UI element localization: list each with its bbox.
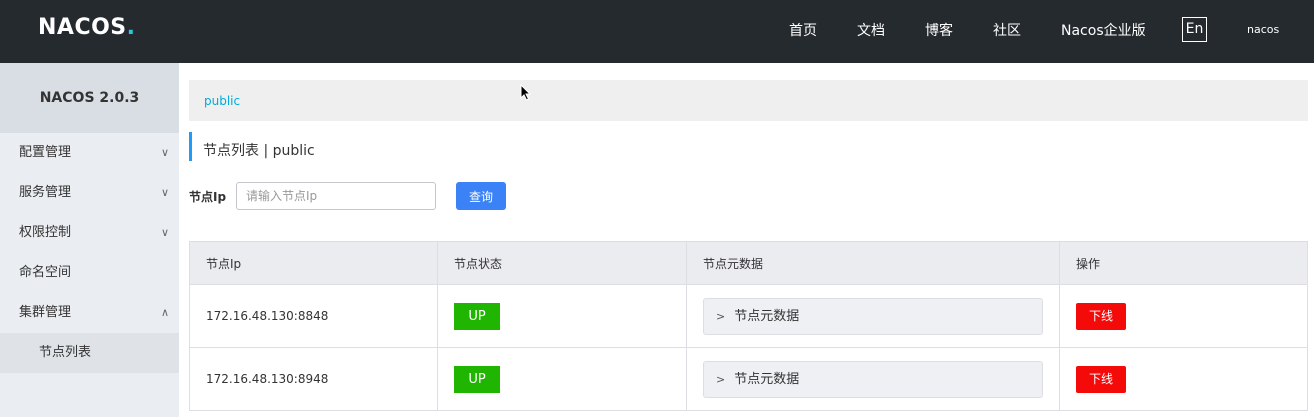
- node-action-cell: 下线: [1059, 347, 1308, 411]
- language-toggle-button[interactable]: En: [1182, 17, 1207, 42]
- sidebar-item-auth[interactable]: 权限控制 ∨: [0, 213, 179, 253]
- nav-community[interactable]: 社区: [993, 20, 1021, 40]
- chevron-down-icon: ∨: [160, 186, 169, 199]
- sidebar-item-config[interactable]: 配置管理 ∨: [0, 133, 179, 173]
- metadata-label: 节点元数据: [734, 371, 800, 387]
- sidebar-item-cluster[interactable]: 集群管理 ∧: [0, 293, 179, 333]
- node-table: 节点Ip 节点状态 节点元数据 操作 172.16.48.130:8848 UP…: [189, 241, 1308, 411]
- sidebar-item-label: 命名空间: [19, 265, 72, 280]
- nacos-logo[interactable]: NACOS.: [38, 15, 136, 40]
- search-label: 节点Ip: [189, 190, 227, 204]
- page-title: 节点列表 | public: [189, 132, 315, 161]
- chevron-right-icon: >: [716, 372, 726, 386]
- table-header-row: 节点Ip 节点状态 节点元数据 操作: [189, 241, 1308, 285]
- node-status-cell: UP: [437, 284, 687, 348]
- column-header-action: 操作: [1059, 241, 1308, 285]
- chevron-right-icon: >: [716, 309, 726, 323]
- mouse-cursor-icon: [520, 84, 532, 101]
- sidebar-subitem-node-list[interactable]: 节点列表: [0, 333, 179, 373]
- node-ip-cell: 172.16.48.130:8948: [189, 347, 438, 411]
- sidebar-item-label: 集群管理: [19, 305, 72, 320]
- table-row: 172.16.48.130:8848 UP > 节点元数据 下线: [189, 284, 1308, 348]
- table-row: 172.16.48.130:8948 UP > 节点元数据 下线: [189, 347, 1308, 411]
- search-button[interactable]: 查询: [456, 182, 506, 210]
- column-header-status: 节点状态: [437, 241, 687, 285]
- sidebar-item-namespace[interactable]: 命名空间: [0, 253, 179, 293]
- node-metadata-cell: > 节点元数据: [686, 347, 1060, 411]
- node-ip-search-input[interactable]: [236, 182, 436, 210]
- nav-home[interactable]: 首页: [789, 20, 817, 40]
- node-ip-cell: 172.16.48.130:8848: [189, 284, 438, 348]
- sidebar-item-label: 权限控制: [19, 225, 72, 240]
- metadata-expander[interactable]: > 节点元数据: [703, 297, 1043, 335]
- sidebar-item-label: 配置管理: [19, 145, 72, 160]
- chevron-down-icon: ∨: [160, 226, 169, 239]
- user-name[interactable]: nacos: [1247, 23, 1279, 36]
- metadata-expander[interactable]: > 节点元数据: [703, 360, 1043, 398]
- chevron-down-icon: ∨: [160, 146, 169, 159]
- column-header-metadata: 节点元数据: [686, 241, 1060, 285]
- sidebar-title: NACOS 2.0.3: [0, 63, 179, 133]
- sidebar: NACOS 2.0.3 配置管理 ∨ 服务管理 ∨ 权限控制 ∨ 命名空间 集群…: [0, 63, 179, 417]
- offline-button[interactable]: 下线: [1076, 365, 1126, 393]
- node-status-cell: UP: [437, 347, 687, 411]
- metadata-label: 节点元数据: [734, 308, 800, 324]
- column-header-ip: 节点Ip: [189, 241, 438, 285]
- namespace-bar: public: [189, 80, 1308, 121]
- offline-button[interactable]: 下线: [1076, 302, 1126, 330]
- sidebar-item-service[interactable]: 服务管理 ∨: [0, 173, 179, 213]
- nav-docs[interactable]: 文档: [857, 20, 885, 40]
- sidebar-item-label: 服务管理: [19, 185, 72, 200]
- namespace-link-public[interactable]: public: [204, 94, 240, 108]
- node-metadata-cell: > 节点元数据: [686, 284, 1060, 348]
- top-navbar: NACOS. 首页 文档 博客 社区 Nacos企业版 En nacos: [0, 0, 1314, 63]
- node-action-cell: 下线: [1059, 284, 1308, 348]
- status-badge: UP: [454, 302, 500, 330]
- chevron-up-icon: ∧: [160, 306, 169, 319]
- nav-enterprise[interactable]: Nacos企业版: [1061, 20, 1146, 40]
- nav-blog[interactable]: 博客: [925, 20, 953, 40]
- status-badge: UP: [454, 365, 500, 393]
